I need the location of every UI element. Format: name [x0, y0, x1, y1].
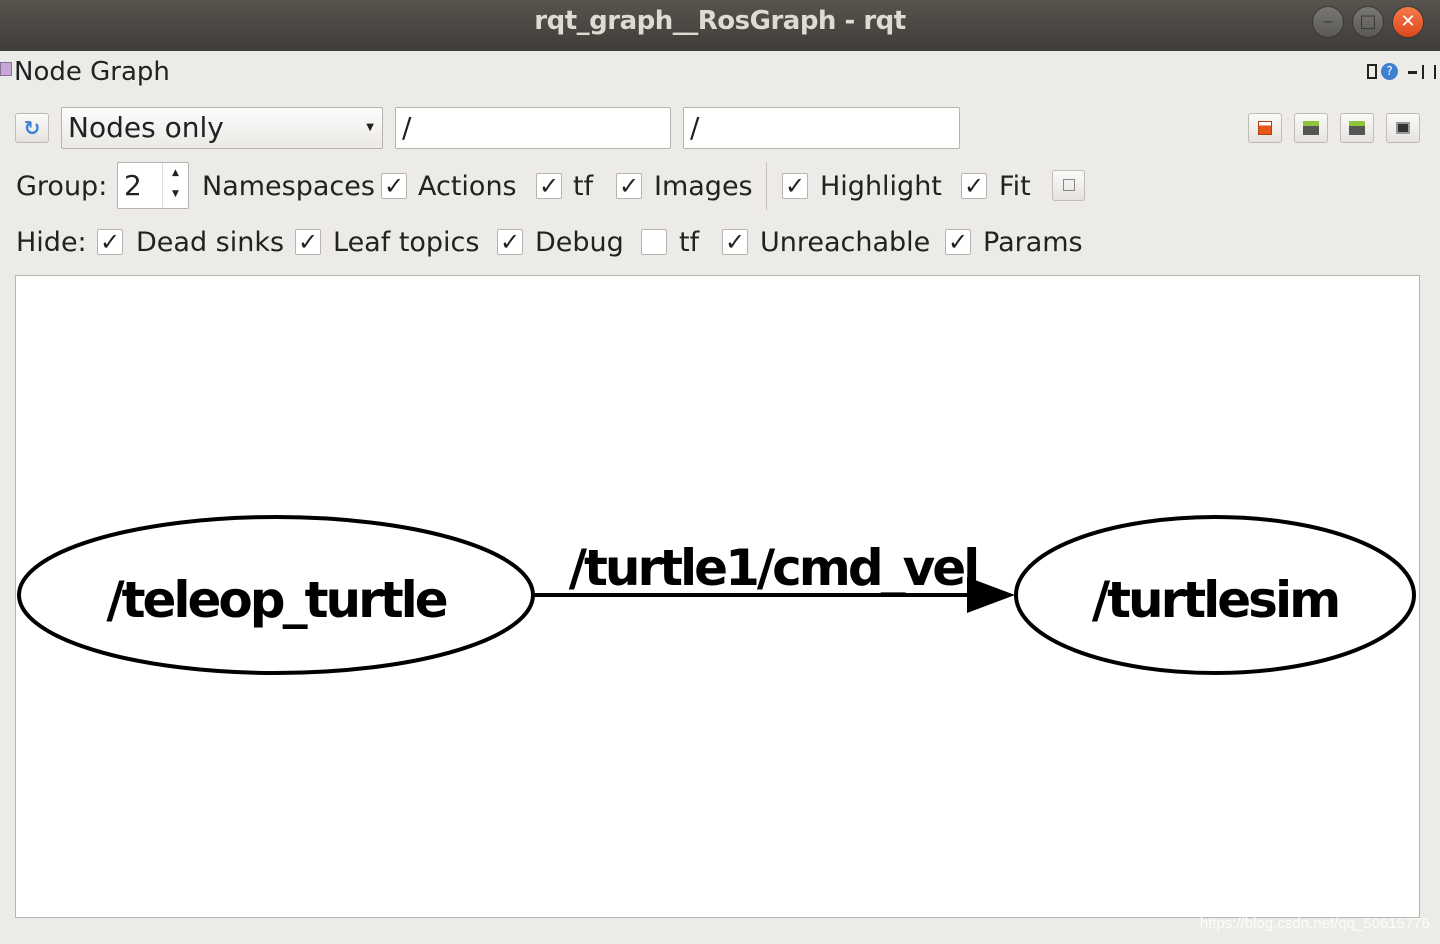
namespaces-checkbox[interactable]: ✓ [381, 173, 407, 199]
plugin-title: Node Graph [14, 57, 170, 87]
topic-filter-input[interactable]: / [683, 107, 960, 149]
leaf-topics-label: Leaf topics [333, 227, 480, 258]
graph-svg: /teleop_turtle /turtle1/cmd_vel /turtles… [17, 515, 1416, 675]
mode-select-value: Nodes only [68, 111, 224, 144]
save-svg-button[interactable] [1340, 113, 1374, 143]
close-button[interactable]: ✕ [1392, 6, 1424, 38]
images-label: Images [654, 171, 753, 202]
mode-select[interactable]: Nodes only ▼ [61, 107, 383, 149]
fit-checkbox[interactable]: ✓ [961, 173, 987, 199]
group-value: 2 [124, 169, 142, 202]
graph-node-turtlesim[interactable]: /turtlesim [1014, 515, 1416, 675]
close-plugin-icon[interactable] [1422, 65, 1436, 79]
highlight-label: Highlight [820, 171, 942, 202]
node-label: /turtlesim [1092, 571, 1338, 629]
save-icon [1349, 121, 1365, 135]
dead-sinks-checkbox[interactable]: ✓ [97, 229, 123, 255]
hide-label: Hide: [16, 227, 87, 258]
graph-node-teleop[interactable]: /teleop_turtle [17, 515, 535, 675]
debug-label: Debug [535, 227, 624, 258]
separator [766, 162, 767, 210]
highlight-checkbox[interactable]: ✓ [782, 173, 808, 199]
minimize-button[interactable]: – [1312, 6, 1344, 38]
leaf-topics-checkbox[interactable]: ✓ [295, 229, 321, 255]
spin-arrows-icon[interactable]: ▲ ▼ [162, 163, 188, 208]
dead-sinks-label: Dead sinks [136, 227, 285, 258]
fit-label: Fit [999, 171, 1031, 202]
group-spinbox[interactable]: 2 ▲ ▼ [117, 162, 189, 209]
window-title: rqt_graph__RosGraph - rqt [534, 6, 906, 36]
save-dot-button[interactable] [1294, 113, 1328, 143]
tf-label: tf [573, 171, 594, 202]
file-open-icon [1258, 121, 1272, 135]
plugin-icon [0, 62, 12, 76]
save-image-button[interactable] [1386, 113, 1420, 143]
graph-edge[interactable]: /turtle1/cmd_vel [533, 539, 1015, 613]
refresh-icon: ↻ [23, 116, 41, 140]
actions-label: Actions [418, 171, 517, 202]
node-filter-input[interactable]: / [395, 107, 671, 149]
dock-icon[interactable] [1367, 64, 1377, 79]
unreachable-label: Unreachable [760, 227, 931, 258]
tf-checkbox[interactable]: ✓ [616, 173, 642, 199]
image-icon [1396, 122, 1410, 134]
fit-view-button[interactable] [1052, 170, 1085, 201]
graph-canvas[interactable]: /teleop_turtle /turtle1/cmd_vel /turtles… [15, 275, 1420, 918]
minimize-plugin-icon[interactable] [1408, 71, 1417, 74]
chevron-down-icon: ▼ [366, 122, 374, 133]
load-dot-button[interactable] [1248, 113, 1282, 143]
debug-checkbox[interactable]: ✓ [497, 229, 523, 255]
actions-checkbox[interactable]: ✓ [536, 173, 562, 199]
group-label: Group: [16, 171, 108, 202]
save-icon [1303, 121, 1319, 135]
unreachable-checkbox[interactable]: ✓ [722, 229, 748, 255]
params-label: Params [983, 227, 1083, 258]
refresh-button[interactable]: ↻ [15, 113, 49, 143]
namespaces-label: Namespaces [202, 171, 375, 202]
watermark: https://blog.csdn.net/qq_50615776 [1199, 915, 1430, 932]
edge-label: /turtle1/cmd_vel [569, 539, 978, 597]
hide-tf-label: tf [679, 227, 700, 258]
node-label: /teleop_turtle [106, 571, 446, 629]
fit-icon [1062, 179, 1075, 191]
title-bar: rqt_graph__RosGraph - rqt – □ ✕ [0, 0, 1440, 51]
help-icon[interactable]: ? [1381, 63, 1398, 80]
hide-tf-checkbox[interactable] [641, 229, 667, 255]
params-checkbox[interactable]: ✓ [945, 229, 971, 255]
maximize-button[interactable]: □ [1352, 6, 1384, 38]
